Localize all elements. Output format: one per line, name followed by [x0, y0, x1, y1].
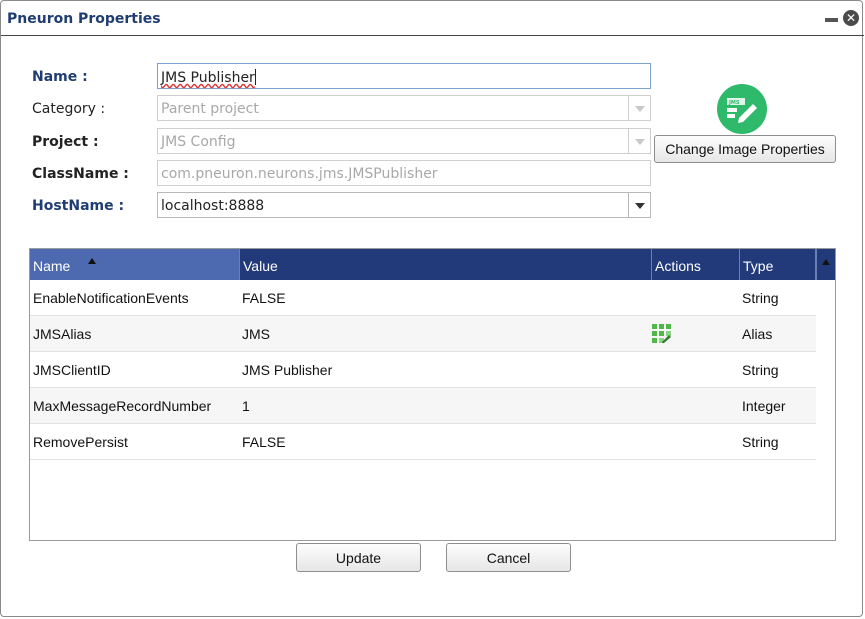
hostname-select[interactable]: localhost:8888	[157, 192, 651, 218]
jms-icon: JMS	[717, 84, 767, 134]
dialog-title: Pneuron Properties	[7, 11, 161, 27]
row-name: JMSClientID	[33, 362, 111, 378]
column-header-type[interactable]: Type	[740, 249, 816, 280]
name-input[interactable]: JMS Publisher	[157, 63, 651, 89]
sort-ascending-icon	[88, 258, 96, 264]
category-label: Category :	[32, 101, 106, 117]
change-image-properties-button[interactable]: Change Image Properties	[654, 135, 836, 163]
grid-header: Name Value Actions Type	[30, 249, 835, 280]
table-row[interactable]: JMSClientID JMS Publisher String	[30, 352, 816, 388]
column-header-name[interactable]: Name	[30, 249, 240, 280]
classname-value: com.pneuron.neurons.jms.JMSPublisher	[161, 166, 438, 182]
category-value: Parent project	[161, 101, 259, 117]
title-bar: Pneuron Properties ✕	[1, 1, 864, 36]
row-type: String	[742, 362, 779, 378]
update-button[interactable]: Update	[296, 543, 421, 572]
name-input-value: JMS Publisher	[161, 70, 255, 86]
classname-input[interactable]: com.pneuron.neurons.jms.JMSPublisher	[157, 160, 651, 186]
table-row[interactable]: JMSAlias JMS Alias	[30, 316, 816, 352]
table-row[interactable]: MaxMessageRecordNumber 1 Integer	[30, 388, 816, 424]
table-row[interactable]: EnableNotificationEvents FALSE String	[30, 280, 816, 316]
category-dropdown-button[interactable]	[628, 96, 650, 120]
row-name: RemovePersist	[33, 434, 128, 450]
row-name: JMSAlias	[33, 326, 92, 342]
minimize-icon[interactable]	[825, 18, 838, 22]
classname-label: ClassName :	[32, 166, 129, 182]
project-select[interactable]: JMS Config	[157, 128, 651, 154]
row-value: FALSE	[242, 290, 286, 306]
grid-edit-icon[interactable]	[652, 324, 671, 343]
column-header-actions[interactable]: Actions	[652, 249, 740, 280]
project-value: JMS Config	[161, 134, 236, 150]
project-dropdown-button[interactable]	[628, 129, 650, 153]
text-caret	[254, 69, 256, 85]
chevron-down-icon	[635, 139, 645, 145]
name-label: Name :	[32, 69, 88, 85]
cancel-button[interactable]: Cancel	[446, 543, 571, 572]
hostname-label: HostName :	[32, 198, 125, 214]
category-select[interactable]: Parent project	[157, 95, 651, 121]
properties-grid: Name Value Actions Type EnableNotificati…	[29, 248, 836, 541]
project-label: Project :	[32, 134, 99, 150]
row-type: Alias	[742, 326, 773, 342]
jms-icon-text: JMS	[728, 100, 740, 106]
row-value: 1	[242, 398, 250, 414]
row-type: String	[742, 434, 779, 450]
chevron-down-icon	[635, 106, 645, 112]
row-type: Integer	[742, 398, 786, 414]
hostname-dropdown-button[interactable]	[628, 193, 650, 217]
close-icon[interactable]: ✕	[843, 10, 859, 26]
table-row[interactable]: RemovePersist FALSE String	[30, 424, 816, 460]
row-name: EnableNotificationEvents	[33, 290, 189, 306]
column-header-value[interactable]: Value	[240, 249, 652, 280]
chevron-up-icon	[822, 259, 830, 265]
chevron-down-icon	[635, 203, 645, 209]
hostname-value: localhost:8888	[161, 198, 265, 214]
pneuron-properties-dialog: Pneuron Properties ✕ Name : JMS Publishe…	[0, 0, 864, 617]
row-type: String	[742, 290, 779, 306]
row-value: JMS Publisher	[242, 362, 333, 378]
scroll-up-button[interactable]	[816, 249, 835, 280]
row-value: FALSE	[242, 434, 286, 450]
row-name: MaxMessageRecordNumber	[33, 398, 212, 414]
column-header-name-label: Name	[33, 258, 71, 274]
row-value: JMS	[242, 326, 270, 342]
jms-pencil-icon: JMS	[727, 98, 757, 123]
